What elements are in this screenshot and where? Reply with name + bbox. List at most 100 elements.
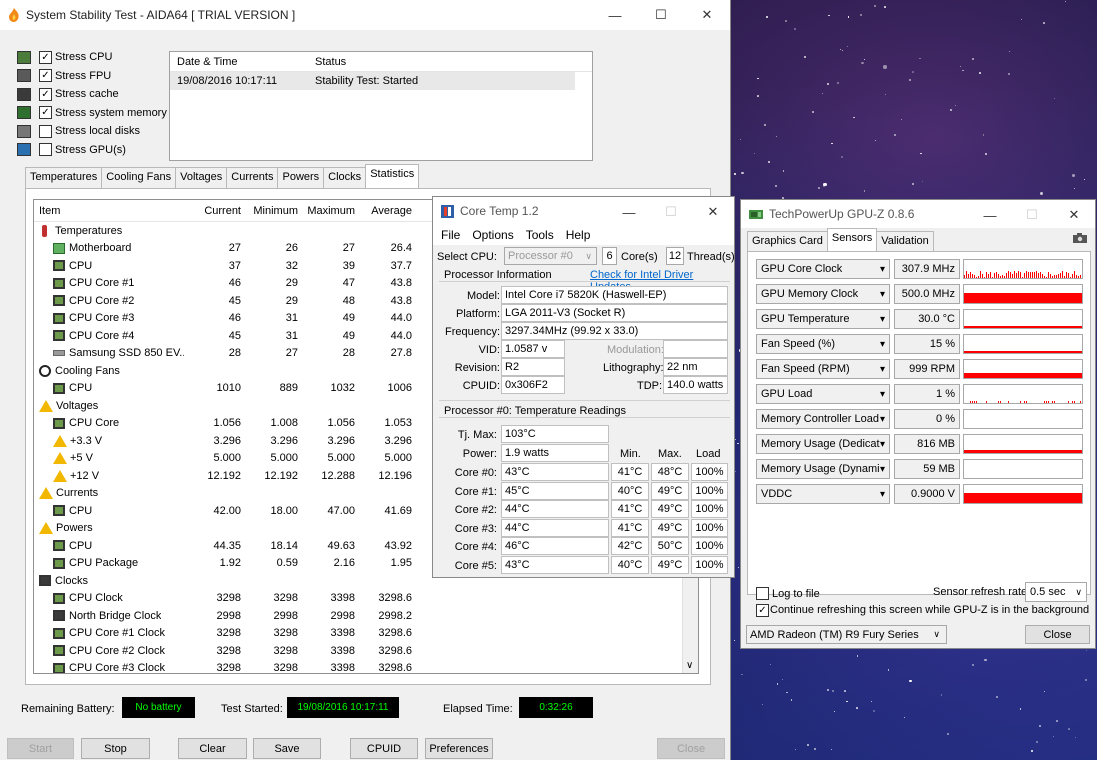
select-cpu-dropdown[interactable]: Processor #0 ∨ — [504, 247, 597, 265]
save-button[interactable]: Save — [253, 738, 321, 759]
sensor-graph-spike — [1006, 273, 1007, 278]
sensor-name-dropdown[interactable]: VDDC ▾ — [756, 484, 890, 504]
status-column-header[interactable]: Status — [308, 56, 346, 68]
tab-currents[interactable]: Currents — [226, 167, 279, 188]
sensor-name-dropdown[interactable]: GPU Temperature ▾ — [756, 309, 890, 329]
table-row[interactable]: CPU Clock 3298 3298 3398 3298.6 — [34, 590, 698, 608]
device-icon — [17, 69, 31, 83]
tab-clocks[interactable]: Clocks — [323, 167, 367, 188]
refresh-rate-value: 0.5 sec — [1030, 586, 1066, 598]
sensor-name-dropdown[interactable]: Memory Usage (Dynamic) ▾ — [756, 459, 890, 479]
menu-options[interactable]: Options — [472, 228, 513, 242]
sensor-name-dropdown[interactable]: Fan Speed (RPM) ▾ — [756, 359, 890, 379]
stress-option[interactable]: ✓ Stress FPU — [17, 67, 167, 86]
minimum-value: 3.296 — [270, 434, 298, 447]
stress-checkbox[interactable]: ✓ — [39, 106, 52, 120]
table-row[interactable]: CPU Core #1 Clock 3298 3298 3398 3298.6 — [34, 625, 698, 643]
chip-icon — [53, 417, 65, 429]
stress-checkbox[interactable] — [39, 143, 52, 157]
maximize-icon[interactable]: ☐ — [638, 0, 684, 30]
stress-checkbox[interactable]: ✓ — [39, 69, 52, 83]
select-cpu-label: Select CPU: — [437, 251, 497, 263]
table-row[interactable]: North Bridge Clock 2998 2998 2998 2998.2 — [34, 607, 698, 625]
tab-voltages[interactable]: Voltages — [175, 167, 228, 188]
datetime-column-header[interactable]: Date & Time — [170, 56, 308, 68]
sensor-name-dropdown[interactable]: GPU Memory Clock ▾ — [756, 284, 890, 304]
camera-icon[interactable] — [1073, 233, 1087, 243]
tab-sensors[interactable]: Sensors — [826, 228, 878, 251]
stress-checkbox[interactable]: ✓ — [39, 87, 52, 101]
star-dot — [1085, 649, 1087, 651]
preferences-button[interactable]: Preferences — [425, 738, 493, 759]
stress-checkbox[interactable] — [39, 124, 52, 138]
stop-button[interactable]: Stop — [81, 738, 150, 759]
tab-statistics[interactable]: Statistics — [365, 164, 420, 188]
tab-temperatures[interactable]: Temperatures — [25, 167, 103, 188]
stress-checkbox[interactable]: ✓ — [39, 50, 52, 64]
minimum-value: 31 — [285, 312, 298, 325]
maximize-icon[interactable]: ☐ — [650, 197, 692, 227]
menu-file[interactable]: File — [441, 228, 460, 242]
column-header-maximum[interactable]: Maximum — [298, 205, 355, 217]
column-header-current[interactable]: Current — [184, 205, 241, 217]
stress-label: Stress CPU — [55, 51, 113, 64]
sensor-name-dropdown[interactable]: Fan Speed (%) ▾ — [756, 334, 890, 354]
sensor-name-dropdown[interactable]: Memory Controller Load ▾ — [756, 409, 890, 429]
menu-tools[interactable]: Tools — [526, 228, 554, 242]
core-temperature: 44°C — [501, 518, 609, 537]
average-value: 3.296 — [384, 434, 412, 447]
cpuid-value: 0x306F2 — [501, 376, 565, 394]
row-item: Currents — [34, 487, 184, 500]
stress-option[interactable]: ✓ Stress cache — [17, 85, 167, 104]
stress-option[interactable]: Stress local disks — [17, 122, 167, 141]
star-dot — [1074, 737, 1076, 739]
chip-icon — [53, 557, 65, 569]
close-icon[interactable]: ✕ — [684, 0, 730, 30]
menu-help[interactable]: Help — [566, 228, 591, 242]
tab-cooling-fans[interactable]: Cooling Fans — [101, 167, 177, 188]
column-header-minimum[interactable]: Minimum — [241, 205, 298, 217]
tab-powers[interactable]: Powers — [277, 167, 325, 188]
clear-button[interactable]: Clear — [178, 738, 247, 759]
gpuz-close-button[interactable]: Close — [1025, 625, 1090, 644]
close-icon[interactable]: ✕ — [692, 197, 734, 227]
tab-graphics-card[interactable]: Graphics Card — [747, 231, 828, 251]
start-button[interactable]: Start — [7, 738, 74, 759]
tab-validation[interactable]: Validation — [876, 231, 934, 251]
star-dot — [949, 108, 952, 112]
star-dot — [856, 655, 859, 658]
chevron-down-icon[interactable]: ∨ — [686, 660, 693, 671]
row-label: CPU Core #1 Clock — [69, 627, 165, 640]
maximize-icon[interactable]: ☐ — [1011, 200, 1053, 230]
refresh-rate-dropdown[interactable]: 0.5 sec ∨ — [1025, 582, 1087, 602]
star-dot — [874, 5, 876, 7]
minimize-icon[interactable]: — — [969, 200, 1011, 230]
log-to-file-checkbox[interactable] — [756, 587, 769, 600]
minimize-icon[interactable]: — — [592, 0, 638, 30]
star-dot — [979, 72, 981, 75]
threads-label: Thread(s) — [687, 251, 735, 263]
chevron-down-icon: ∨ — [585, 250, 592, 261]
sensor-name-dropdown[interactable]: GPU Load ▾ — [756, 384, 890, 404]
close-button[interactable]: Close — [657, 738, 725, 759]
device-icon — [17, 124, 31, 138]
graphics-card-dropdown[interactable]: AMD Radeon (TM) R9 Fury Series ∨ — [746, 625, 947, 644]
close-icon[interactable]: ✕ — [1053, 200, 1095, 230]
column-header-item[interactable]: Item — [34, 205, 184, 217]
sensor-graph-spike — [970, 401, 971, 403]
table-row[interactable]: CPU Core #3 Clock 3298 3298 3398 3298.6 — [34, 660, 698, 673]
minimize-icon[interactable]: — — [608, 197, 650, 227]
continue-refreshing-checkbox[interactable]: ✓ — [756, 604, 769, 617]
status-log-row[interactable]: 19/08/2016 10:17:11 Stability Test: Star… — [170, 72, 575, 90]
sensor-name: GPU Core Clock — [761, 263, 843, 275]
sensor-name-dropdown[interactable]: Memory Usage (Dedicated)▾ — [756, 434, 890, 454]
column-header-average[interactable]: Average — [355, 205, 412, 217]
stress-option[interactable]: Stress GPU(s) — [17, 141, 167, 160]
stress-option[interactable]: ✓ Stress CPU — [17, 48, 167, 67]
cpuid-button[interactable]: CPUID — [350, 738, 418, 759]
sensor-name-dropdown[interactable]: GPU Core Clock ▾ — [756, 259, 890, 279]
table-row[interactable]: CPU Core #2 Clock 3298 3298 3398 3298.6 — [34, 642, 698, 660]
stress-option[interactable]: ✓ Stress system memory — [17, 104, 167, 123]
core-temperature: 45°C — [501, 481, 609, 500]
star-dot — [782, 170, 785, 172]
